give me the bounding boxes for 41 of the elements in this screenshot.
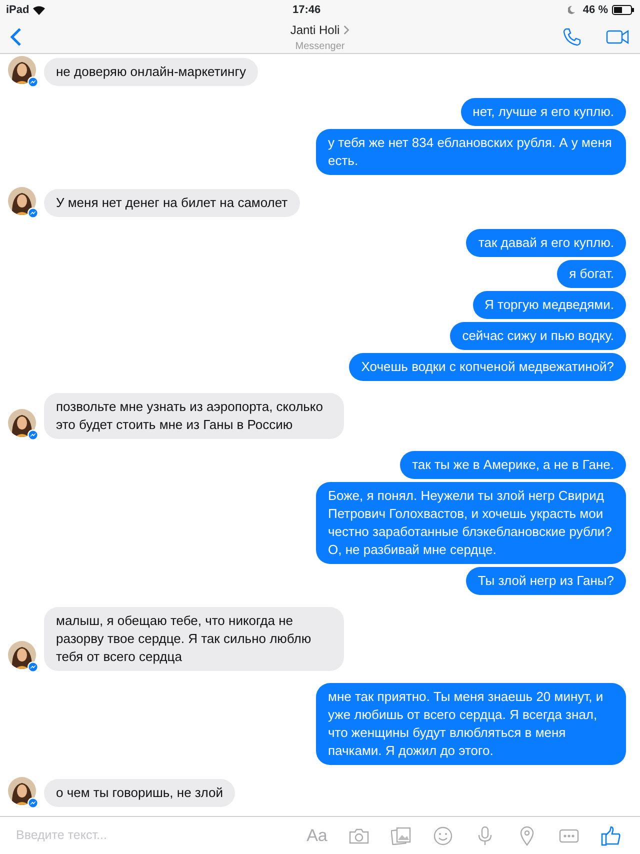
camera-icon[interactable] <box>349 828 369 844</box>
avatar[interactable] <box>8 56 40 88</box>
location-pin-icon[interactable] <box>520 826 534 846</box>
microphone-icon[interactable] <box>478 826 492 846</box>
message-bubble: мне так приятно. Ты меня знаешь 20 минут, и уже любишь от всего сердца. Я всегда знал, что женщины будут влюбляться в меня пачками. Я дожил до этого. <box>316 683 626 765</box>
message-bubble: я богат. <box>557 260 626 288</box>
battery-icon <box>612 5 634 15</box>
phone-icon[interactable] <box>562 26 582 46</box>
back-icon[interactable] <box>10 26 22 46</box>
message-bubble: Хочешь водки с копченой медвежатиной? <box>349 353 626 381</box>
more-icon[interactable] <box>559 828 579 842</box>
thumbs-up-icon[interactable] <box>601 826 621 846</box>
smiley-icon[interactable] <box>433 826 453 846</box>
message-bubble: нет, лучше я его куплю. <box>460 98 626 126</box>
message-input[interactable]: Введите текст... <box>14 825 296 846</box>
message-bubble: У меня нет денег на билет на самолет <box>44 189 300 217</box>
avatar[interactable] <box>8 641 40 673</box>
message-bubble: у тебя же нет 834 еблановских рубля. А у меня есть. <box>316 129 626 175</box>
chevron-icon[interactable] <box>344 25 350 35</box>
message-bubble: сейчас сижу и пью водку. <box>450 322 626 350</box>
gallery-icon[interactable] <box>391 826 411 844</box>
message-bubble: о чем ты говоришь, не злой <box>44 779 235 807</box>
message-bubble: малыш, я обещаю тебе, что никогда не разорву твое сердце. Я так сильно люблю тебя от всего сердца <box>44 607 344 671</box>
avatar[interactable] <box>8 409 40 441</box>
contact-subtitle: Messenger <box>294 40 346 54</box>
message-bubble: Ты злой негр из Ганы? <box>466 567 626 595</box>
message-bubble: так давай я его куплю. <box>466 229 626 257</box>
moon-icon <box>568 6 575 14</box>
battery-percent: 46 % <box>582 2 608 18</box>
device-name: iPad <box>6 2 30 18</box>
avatar[interactable] <box>8 187 40 219</box>
contact-name[interactable]: Janti Holi <box>290 21 340 39</box>
avatar[interactable] <box>8 777 40 809</box>
message-bubble: так ты же в Америке, а не в Гане. <box>400 451 626 479</box>
message-bubble: позвольте мне узнать из аэропорта, сколько это будет стоить мне из Ганы в Россию <box>44 393 344 439</box>
message-bubble: не доверяю онлайн-маркетингу <box>44 58 258 86</box>
message-bubble: Боже, я понял. Неужели ты злой негр Свирид Петрович Голохвастов, и хочешь украсть мои честно заработанные блэкеблановские рубли? О, не разбивай мне сердце. <box>316 482 626 564</box>
wifi-icon <box>33 6 46 14</box>
video-icon[interactable] <box>606 28 630 44</box>
message-bubble: Я торгую медведями. <box>472 291 626 319</box>
clock: 17:46 <box>292 2 321 18</box>
